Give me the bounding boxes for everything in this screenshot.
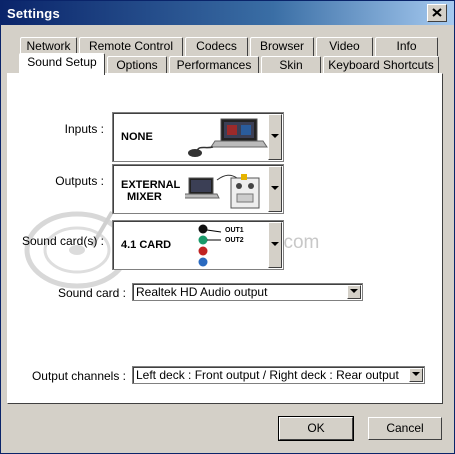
tab-sound-setup[interactable]: Sound Setup <box>19 53 105 75</box>
title-bar: Settings <box>1 1 454 25</box>
out2-label: OUT2 <box>225 237 244 244</box>
outputs-value-line1: EXTERNAL <box>121 179 181 191</box>
outputs-label: Outputs : <box>55 174 104 188</box>
sound-cards-select[interactable]: 4.1 CARD OUT1 OUT2 <box>112 220 284 270</box>
tab-label: Sound Setup <box>27 55 97 69</box>
sound-cards-dropdown-button[interactable] <box>268 222 282 268</box>
output-channels-combo[interactable]: Left deck : Front output / Right deck : … <box>132 366 425 384</box>
ok-button[interactable]: OK <box>278 416 354 441</box>
laptop-mixer-icon <box>182 168 269 215</box>
inputs-dropdown-button[interactable] <box>268 114 282 160</box>
sound-card-label: Sound card : <box>57 286 126 300</box>
tab-label: Skin <box>279 58 303 72</box>
window-title: Settings <box>7 6 60 21</box>
inputs-value: NONE <box>121 131 153 143</box>
close-button[interactable] <box>427 4 447 22</box>
tab-label: Info <box>396 39 417 53</box>
tab-label: Video <box>329 39 360 53</box>
outputs-value-line2: MIXER <box>127 191 162 203</box>
tab-label: Codecs <box>196 39 237 53</box>
tab-label: Options <box>116 58 158 72</box>
out1-label: OUT1 <box>225 227 244 234</box>
tab-video[interactable]: Video <box>316 37 373 56</box>
sound-setup-panel: nasikaa@gmail.com ETOMX Inputs : NONE <box>7 73 443 404</box>
tab-label: Remote Control <box>88 39 174 53</box>
tab-label: Performances <box>176 58 252 72</box>
tab-label: Network <box>26 39 71 53</box>
tab-browser[interactable]: Browser <box>250 37 314 56</box>
tab-label: Keyboard Shortcuts <box>328 58 434 72</box>
settings-window: Settings Network Remote Control Codecs B… <box>0 0 455 454</box>
sound-cards-label: Sound card(s) : <box>21 234 104 248</box>
sound-card-value: Realtek HD Audio output <box>136 285 268 299</box>
outputs-select[interactable]: EXTERNAL MIXER <box>112 164 284 214</box>
outputs-dropdown-button[interactable] <box>268 166 282 212</box>
output-channels-label: Output channels : <box>31 369 126 383</box>
inputs-select[interactable]: NONE <box>112 112 284 162</box>
cancel-button[interactable]: Cancel <box>368 417 442 440</box>
tab-codecs[interactable]: Codecs <box>185 37 248 56</box>
tab-info[interactable]: Info <box>375 37 438 56</box>
tab-label: Browser <box>259 39 304 53</box>
sound-card-combo[interactable]: Realtek HD Audio output <box>132 283 363 301</box>
inputs-label: Inputs : <box>64 122 104 136</box>
output-channels-value: Left deck : Front output / Right deck : … <box>136 368 399 382</box>
sound-cards-value: 4.1 CARD <box>121 239 172 251</box>
laptop-dj-controller-icon <box>187 115 269 162</box>
sound-card-dropdown-button[interactable] <box>347 285 361 299</box>
output-channels-dropdown-button[interactable] <box>409 368 423 382</box>
